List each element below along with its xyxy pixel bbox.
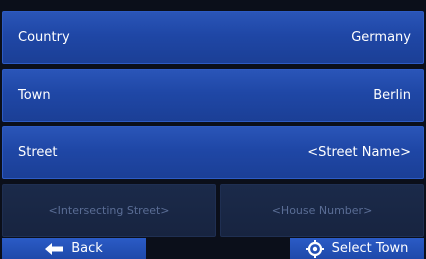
select-town-button[interactable]: Select Town [290,238,424,259]
town-value: Berlin [373,88,411,103]
street-value: <Street Name> [307,145,411,160]
house-number-field: <House Number> [220,184,424,237]
back-label: Back [71,241,103,256]
country-row[interactable]: Country Germany [2,11,424,64]
country-value: Germany [351,30,411,45]
town-row[interactable]: Town Berlin [2,69,424,122]
address-entry-screen: Country Germany Town Berlin Street <Stre… [0,0,426,259]
intersecting-street-field: <Intersecting Street> [2,184,216,237]
back-button[interactable]: Back [2,238,146,259]
street-row[interactable]: Street <Street Name> [2,126,424,179]
crosshair-target-icon [305,239,324,258]
arrow-left-icon [45,242,64,255]
town-label: Town [18,88,51,103]
country-label: Country [18,30,70,45]
street-label: Street [18,145,58,160]
house-number-placeholder: <House Number> [271,204,373,217]
intersecting-street-placeholder: <Intersecting Street> [48,204,170,217]
select-town-label: Select Town [331,241,409,256]
